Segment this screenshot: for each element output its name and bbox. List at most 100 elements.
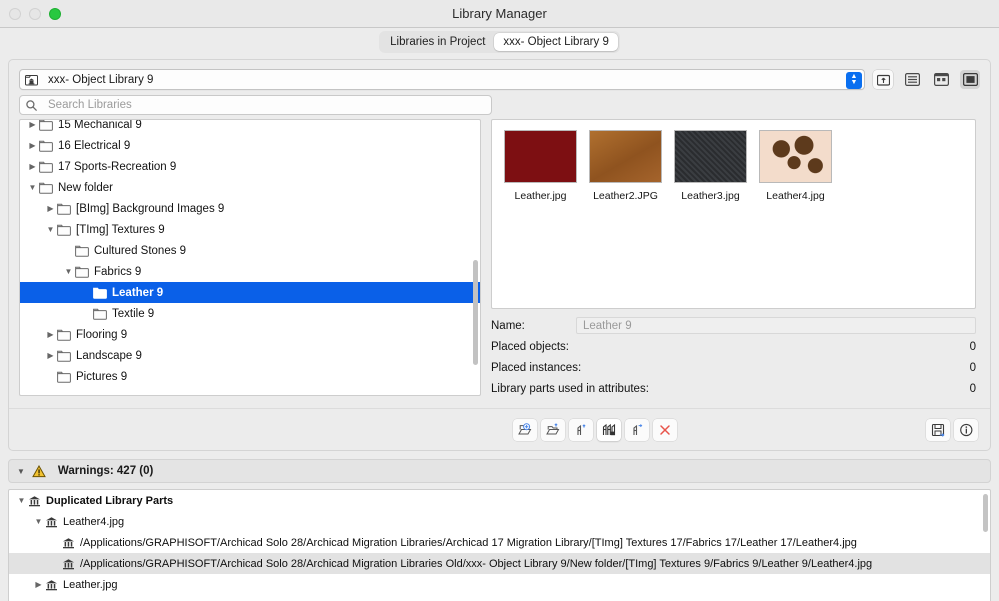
thumbnail-item[interactable]: Leather2.JPG	[589, 130, 662, 202]
library-tree[interactable]: ▶ 15 Mechanical 9 ▶ 16 Electrical 9 ▶ 17 Spor…	[19, 119, 481, 396]
warning-row-label: Leather4.jpg	[63, 515, 125, 528]
name-label: Name:	[491, 319, 525, 332]
info-row-label: Placed instances:	[491, 361, 582, 374]
window-titlebar: Library Manager	[0, 0, 999, 28]
warnings-disclosure-icon[interactable]: ▼	[17, 467, 25, 476]
warning-row[interactable]: ▼ Leather4.jpg	[9, 511, 990, 532]
search-input[interactable]	[48, 99, 485, 111]
minimize-button[interactable]	[29, 7, 41, 20]
warnings-scrollbar[interactable]	[983, 494, 988, 532]
thumbnail-caption: Leather2.JPG	[593, 190, 658, 202]
thumbnail-item[interactable]: Leather4.jpg	[759, 130, 832, 202]
disclosure-collapsed-icon[interactable]: ▶	[44, 351, 57, 360]
disclosure-expanded-icon[interactable]: ▼	[62, 267, 75, 276]
tree-row[interactable]: Cultured Stones 9	[20, 240, 480, 261]
enclosing-folder-icon[interactable]	[873, 70, 893, 89]
thumbnail-item[interactable]: Leather.jpg	[504, 130, 577, 202]
tree-row-label: 17 Sports-Recreation 9	[58, 160, 177, 173]
open-library-folder-icon[interactable]	[541, 418, 565, 441]
tree-row-label: Pictures 9	[76, 370, 128, 383]
list-view-icon[interactable]	[902, 70, 922, 89]
search-libraries-field[interactable]	[19, 95, 492, 115]
disclosure-expanded-icon[interactable]: ▼	[44, 225, 57, 234]
thumbnail-caption: Leather4.jpg	[766, 190, 825, 202]
thumbnail-preview	[589, 130, 662, 183]
thumbnail-item[interactable]: Leather3.jpg	[674, 130, 747, 202]
disclosure-collapsed-icon[interactable]: ▶	[26, 162, 39, 171]
right-column: Leather.jpg Leather2.JPG Leather3.jpg Leath…	[491, 119, 976, 399]
info-row: Library parts used in attributes: 0	[491, 378, 976, 399]
warning-row[interactable]: ▶Leather3.JPG	[9, 595, 990, 601]
tree-row[interactable]: ▶ 17 Sports-Recreation 9	[20, 156, 480, 177]
duplicate-part-icon[interactable]	[569, 418, 593, 441]
search-icon	[26, 99, 37, 111]
disclosure-collapsed-icon[interactable]: ▶	[44, 330, 57, 339]
add-library-icon[interactable]	[513, 418, 537, 441]
library-tree-rows: ▶ 15 Mechanical 9 ▶ 16 Electrical 9 ▶ 17 Spor…	[20, 120, 480, 387]
folder-icon	[93, 287, 107, 299]
info-row-label: Placed objects:	[491, 340, 569, 353]
info-row: Placed instances: 0	[491, 357, 976, 378]
maximize-button[interactable]	[49, 7, 61, 20]
tab-libraries-in-project[interactable]: Libraries in Project	[381, 33, 494, 51]
tree-row[interactable]: ▼ [TImg] Textures 9	[20, 219, 480, 240]
tree-row[interactable]: Leather 9	[20, 282, 480, 303]
warning-row[interactable]: ▼ Duplicated Library Parts	[9, 490, 990, 511]
tree-scrollbar[interactable]	[473, 260, 478, 365]
tree-row[interactable]: ▶ Landscape 9	[20, 345, 480, 366]
tree-row[interactable]: ▶ 16 Electrical 9	[20, 135, 480, 156]
thumbnail-caption: Leather.jpg	[514, 190, 567, 202]
tree-row[interactable]: ▶ [BImg] Background Images 9	[20, 198, 480, 219]
warnings-list[interactable]: ▼ Duplicated Library Parts ▼ Leather4.jpg/A…	[8, 489, 991, 601]
disclosure-expanded-icon[interactable]: ▼	[26, 183, 39, 192]
thumbnail-preview	[759, 130, 832, 183]
tree-row[interactable]: Pictures 9	[20, 366, 480, 387]
folder-icon	[93, 308, 107, 320]
info-row: Placed objects: 0	[491, 336, 976, 357]
panel-toolbar-right	[926, 418, 978, 441]
warning-row[interactable]: ▶ Leather.jpg	[9, 574, 990, 595]
tree-row[interactable]: ▼ New folder	[20, 177, 480, 198]
grid-view-icon[interactable]	[931, 70, 951, 89]
warning-row[interactable]: /Applications/GRAPHISOFT/Archicad Solo 2…	[9, 553, 990, 574]
folder-icon	[57, 224, 71, 236]
disclosure-collapsed-icon[interactable]: ▶	[44, 204, 57, 213]
disclosure-collapsed-icon[interactable]: ▶	[32, 580, 45, 589]
library-part-icon	[62, 558, 75, 570]
stepper-arrows-icon[interactable]: ▲ ▼	[846, 71, 862, 89]
disclosure-collapsed-icon[interactable]: ▶	[26, 120, 39, 129]
folder-icon	[39, 140, 53, 152]
move-part-icon[interactable]	[625, 418, 649, 441]
warning-row[interactable]: /Applications/GRAPHISOFT/Archicad Solo 2…	[9, 532, 990, 553]
folder-icon	[39, 182, 53, 194]
preview-view-icon[interactable]	[960, 70, 980, 89]
disclosure-expanded-icon[interactable]: ▼	[15, 496, 28, 505]
info-row-value: 0	[969, 361, 976, 374]
tab-group: Libraries in Project xxx- Object Library…	[379, 31, 620, 53]
close-button[interactable]	[9, 7, 21, 20]
tree-row-label: [TImg] Textures 9	[76, 223, 165, 236]
window-title: Library Manager	[452, 6, 547, 21]
tree-row[interactable]: ▼ Fabrics 9	[20, 261, 480, 282]
tree-row[interactable]: Textile 9	[20, 303, 480, 324]
delete-part-icon[interactable]	[653, 418, 677, 441]
disclosure-collapsed-icon[interactable]: ▶	[26, 141, 39, 150]
disclosure-expanded-icon[interactable]: ▼	[32, 517, 45, 526]
tree-row[interactable]: ▶ Flooring 9	[20, 324, 480, 345]
tree-row-label: [BImg] Background Images 9	[76, 202, 225, 215]
save-library-icon[interactable]	[926, 418, 950, 441]
warning-row-label: Duplicated Library Parts	[46, 494, 174, 507]
library-selector[interactable]: xxx- Object Library 9 ▲ ▼	[19, 69, 865, 90]
info-icon[interactable]	[954, 418, 978, 441]
tree-row[interactable]: ▶ 15 Mechanical 9	[20, 120, 480, 135]
library-panel: xxx- Object Library 9 ▲ ▼ Search Librari…	[8, 59, 991, 451]
thumbnail-grid[interactable]: Leather.jpg Leather2.JPG Leather3.jpg Leath…	[491, 119, 976, 309]
folder-icon	[39, 120, 53, 131]
library-folder-icon	[25, 74, 38, 86]
name-field[interactable]: Leather 9	[576, 317, 976, 334]
folder-icon	[75, 266, 89, 278]
compare-parts-icon[interactable]	[597, 418, 621, 441]
folder-icon	[57, 371, 71, 383]
tab-object-library[interactable]: xxx- Object Library 9	[494, 33, 618, 51]
warnings-header[interactable]: ▼ Warnings: 427 (0)	[8, 459, 991, 483]
